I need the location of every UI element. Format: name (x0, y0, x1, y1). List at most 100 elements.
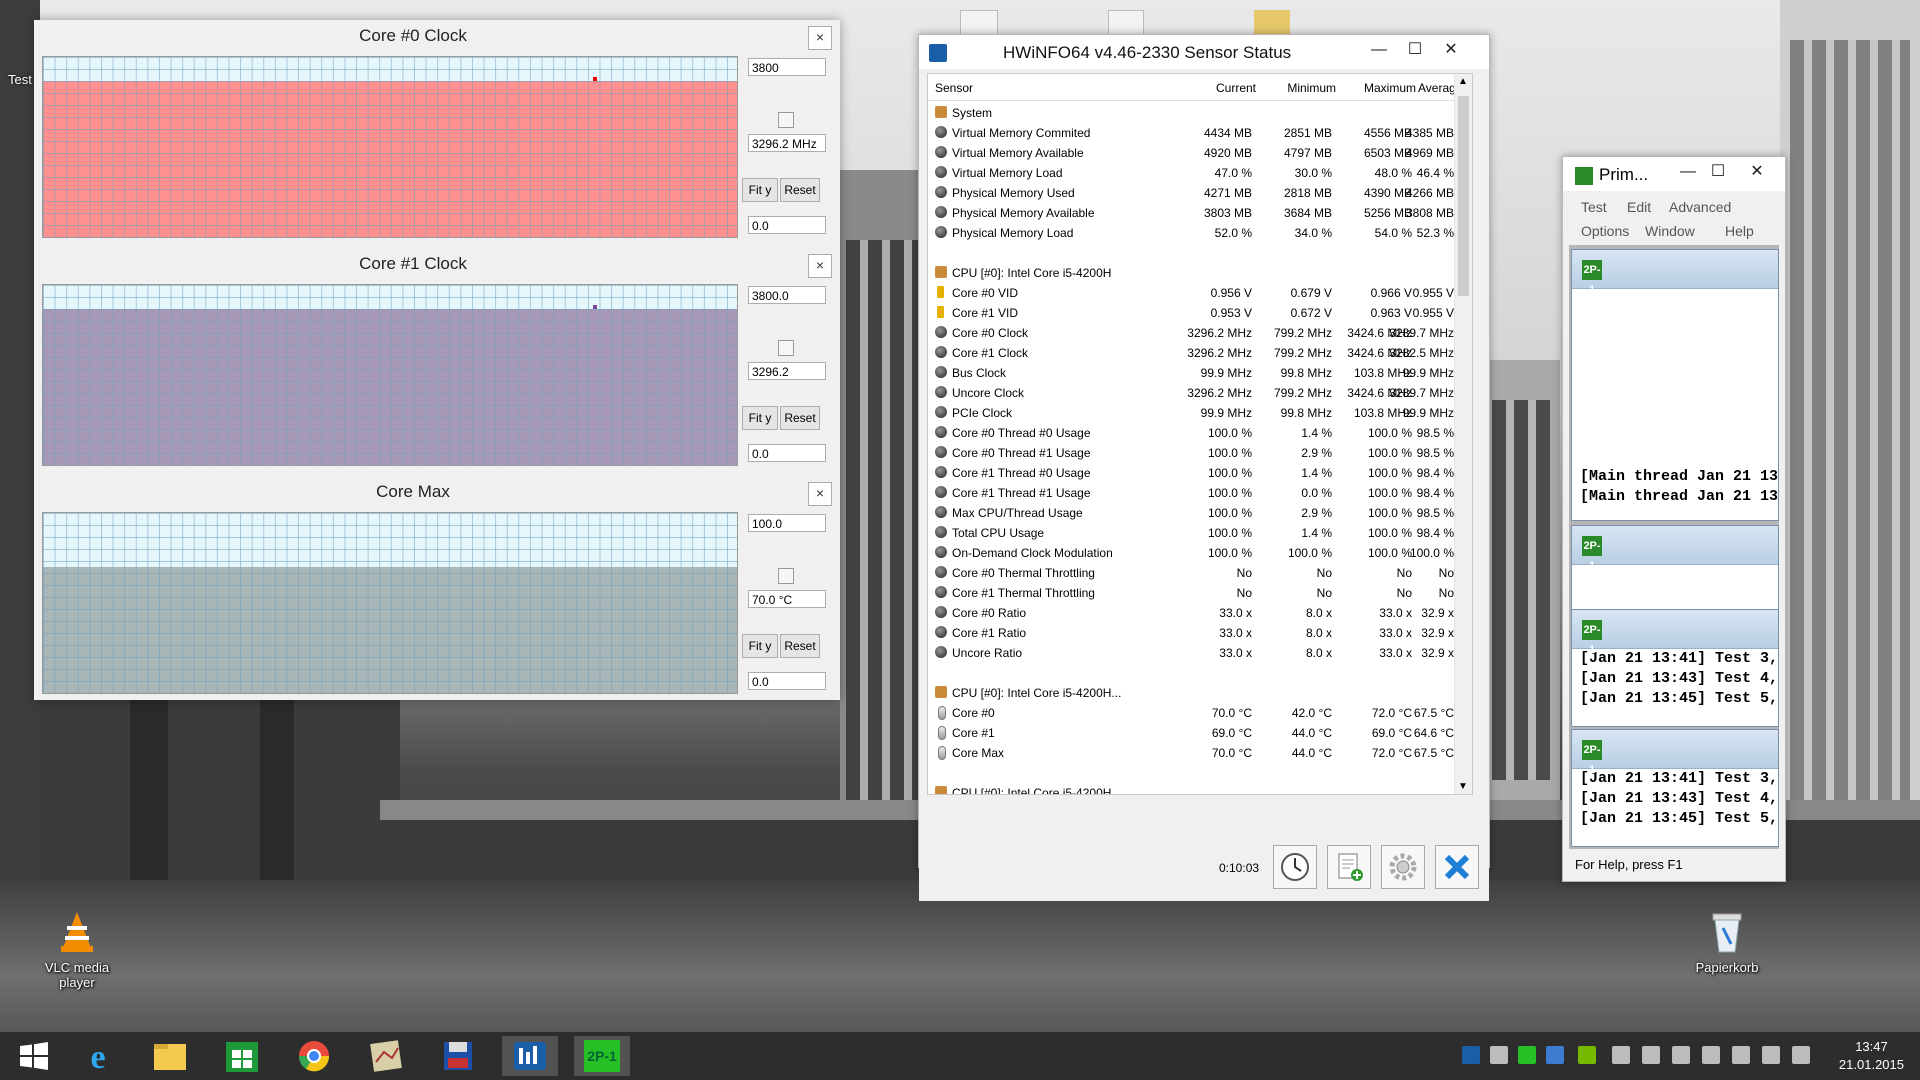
sensor-row[interactable]: Core #0 Thermal Throttling No No No No (928, 562, 1458, 582)
graph-min-field[interactable]: 0.0 (748, 216, 826, 234)
taskbar-prime95[interactable]: 2P-1 (574, 1036, 630, 1076)
tray-volume-icon[interactable] (1792, 1046, 1810, 1064)
sensor-group-row[interactable]: CPU [#0]: Intel Core i5-4200H (928, 782, 1458, 794)
sensor-group-row[interactable]: CPU [#0]: Intel Core i5-4200H (928, 262, 1458, 282)
sensor-row[interactable]: Core #1 Thread #0 Usage 100.0 % 1.4 % 100.0… (928, 462, 1458, 482)
taskbar-internet-explorer[interactable]: e (70, 1036, 126, 1076)
tray-monitor-icon[interactable] (1612, 1046, 1630, 1064)
sensor-row[interactable]: PCIe Clock 99.9 MHz 99.8 MHz 103.8 MHz 99.9 … (928, 402, 1458, 422)
graph-close-button[interactable]: × (808, 254, 832, 278)
menu-advanced[interactable]: Advanced (1669, 199, 1731, 215)
tray-prime95-icon[interactable] (1518, 1046, 1536, 1064)
clock-button[interactable] (1273, 845, 1317, 889)
tray-network-share-icon[interactable] (1490, 1046, 1508, 1064)
tray-safely-remove-icon[interactable] (1672, 1046, 1690, 1064)
graph-max-field[interactable]: 100.0 (748, 514, 826, 532)
taskbar-store[interactable] (214, 1036, 270, 1076)
tray-display-icon[interactable] (1546, 1046, 1564, 1064)
taskbar-chrome[interactable] (286, 1036, 342, 1076)
tray-hwinfo-icon[interactable] (1462, 1046, 1480, 1064)
worker-window-1[interactable]: 2P-1 (1571, 525, 1779, 611)
scroll-down-icon[interactable]: ▼ (1458, 781, 1468, 792)
column-header-minimum[interactable]: Minimum (1258, 81, 1336, 95)
maximize-button[interactable]: ☐ (1703, 159, 1733, 185)
taskbar-save-app[interactable] (430, 1036, 486, 1076)
sensor-row[interactable]: Core #1 VID 0.953 V 0.672 V 0.963 V 0.955 V (928, 302, 1458, 322)
tray-action-center-flag-icon[interactable] (1702, 1046, 1720, 1064)
taskbar-clock[interactable]: 13:47 21.01.2015 (1839, 1038, 1904, 1074)
fit-y-button[interactable]: Fit y (742, 634, 778, 658)
sensor-row[interactable]: Core #0 Clock 3296.2 MHz 799.2 MHz 3424.6 M… (928, 322, 1458, 342)
sensor-row[interactable]: Core #0 VID 0.956 V 0.679 V 0.966 V 0.955 V (928, 282, 1458, 302)
sensor-row[interactable]: Bus Clock 99.9 MHz 99.8 MHz 103.8 MHz 99.9 M… (928, 362, 1458, 382)
graph-max-field[interactable]: 3800.0 (748, 286, 826, 304)
sensor-row[interactable]: Max CPU/Thread Usage 100.0 % 2.9 % 100.0 % 9… (928, 502, 1458, 522)
log-button[interactable] (1327, 845, 1371, 889)
graph-max-field[interactable]: 3800 (748, 58, 826, 76)
sensor-group-row[interactable]: CPU [#0]: Intel Core i5-4200H... (928, 682, 1458, 702)
sensor-row[interactable]: Core Max 70.0 °C 44.0 °C 72.0 °C 67.5 °C (928, 742, 1458, 762)
scroll-up-icon[interactable]: ▲ (1458, 76, 1468, 87)
start-button[interactable] (6, 1036, 62, 1076)
graph-min-field[interactable]: 0.0 (748, 672, 826, 690)
sensor-row[interactable]: Uncore Ratio 33.0 x 8.0 x 33.0 x 32.9 x (928, 642, 1458, 662)
menu-edit[interactable]: Edit (1627, 199, 1651, 215)
tray-nvidia-icon[interactable] (1578, 1046, 1596, 1064)
menu-window[interactable]: Window (1645, 223, 1695, 239)
desktop-icon-test-label[interactable]: Test (8, 72, 32, 87)
column-header-average[interactable]: Average (1418, 81, 1462, 95)
desktop-icon-vlc[interactable]: VLC media player (32, 908, 122, 990)
fit-y-button[interactable]: Fit y (742, 178, 778, 202)
taskbar-file-explorer[interactable] (142, 1036, 198, 1076)
close-button[interactable]: ✕ (1431, 37, 1471, 63)
sensor-row[interactable]: Virtual Memory Available 4920 MB 4797 MB 65… (928, 142, 1458, 162)
sensor-row[interactable]: Physical Memory Load 52.0 % 34.0 % 54.0 % 52… (928, 222, 1458, 242)
sensor-row[interactable]: Core #1 Ratio 33.0 x 8.0 x 33.0 x 32.9 x (928, 622, 1458, 642)
tray-power-icon[interactable] (1732, 1046, 1750, 1064)
reset-button[interactable]: Reset (780, 406, 820, 430)
tray-wifi-icon[interactable] (1762, 1046, 1780, 1064)
graph-min-field[interactable]: 0.0 (748, 444, 826, 462)
graph-checkbox[interactable] (778, 112, 794, 128)
graph-close-button[interactable]: × (808, 26, 832, 50)
sensor-row[interactable]: On-Demand Clock Modulation 100.0 % 100.0 %… (928, 542, 1458, 562)
main-thread-window[interactable]: 2P-1 [Main thread Jan 21 13 [Main thread… (1571, 249, 1779, 521)
sensor-row[interactable]: Core #1 Thermal Throttling No No No No (928, 582, 1458, 602)
sensor-row[interactable]: Virtual Memory Commited 4434 MB 2851 MB 455… (928, 122, 1458, 142)
column-header-current[interactable]: Current (1178, 81, 1256, 95)
reset-button[interactable]: Reset (780, 634, 820, 658)
settings-button[interactable] (1381, 845, 1425, 889)
graph-checkbox[interactable] (778, 340, 794, 356)
scroll-thumb[interactable] (1458, 96, 1469, 296)
sensor-row[interactable]: Core #0 Thread #0 Usage 100.0 % 1.4 % 100.0… (928, 422, 1458, 442)
reset-button[interactable]: Reset (780, 178, 820, 202)
sensor-row[interactable]: Core #1 69.0 °C 44.0 °C 69.0 °C 64.6 °C (928, 722, 1458, 742)
worker-window-3[interactable]: 2P-1 [Jan 21 13:41] Test 3, 4 [Jan 21 13… (1571, 729, 1779, 847)
sensor-row[interactable]: Core #1 Thread #1 Usage 100.0 % 0.0 % 100.0… (928, 482, 1458, 502)
menu-help[interactable]: Help (1725, 223, 1754, 239)
graph-close-button[interactable]: × (808, 482, 832, 506)
sensor-row[interactable]: Total CPU Usage 100.0 % 1.4 % 100.0 % 98.4 % (928, 522, 1458, 542)
column-header-maximum[interactable]: Maximum (1338, 81, 1416, 95)
graph-checkbox[interactable] (778, 568, 794, 584)
close-sensors-button[interactable] (1435, 845, 1479, 889)
close-button[interactable]: ✕ (1737, 159, 1777, 185)
menu-test[interactable]: Test (1581, 199, 1607, 215)
sensor-row[interactable]: Physical Memory Available 3803 MB 3684 MB 5… (928, 202, 1458, 222)
desktop-icon-recycle-bin[interactable]: Papierkorb (1682, 908, 1772, 975)
fit-y-button[interactable]: Fit y (742, 406, 778, 430)
taskbar-hwinfo[interactable] (502, 1036, 558, 1076)
worker-window-2[interactable]: 2P-1 [Jan 21 13:41] Test 3, 4 [Jan 21 13… (1571, 609, 1779, 727)
tray-printer-icon[interactable] (1642, 1046, 1660, 1064)
minimize-button[interactable]: — (1673, 159, 1703, 185)
maximize-button[interactable]: ☐ (1395, 37, 1435, 63)
column-header-sensor[interactable]: Sensor (935, 81, 973, 95)
sensor-row[interactable]: Core #0 70.0 °C 42.0 °C 72.0 °C 67.5 °C (928, 702, 1458, 722)
taskbar-map-app[interactable] (358, 1036, 414, 1076)
vertical-scrollbar[interactable]: ▲ ▼ (1454, 74, 1472, 794)
sensor-group-row[interactable]: System (928, 102, 1458, 122)
minimize-button[interactable]: — (1359, 37, 1399, 63)
sensor-row[interactable]: Physical Memory Used 4271 MB 2818 MB 4390 M… (928, 182, 1458, 202)
sensor-row[interactable]: Core #0 Ratio 33.0 x 8.0 x 33.0 x 32.9 x (928, 602, 1458, 622)
sensor-row[interactable]: Virtual Memory Load 47.0 % 30.0 % 48.0 % 46.… (928, 162, 1458, 182)
